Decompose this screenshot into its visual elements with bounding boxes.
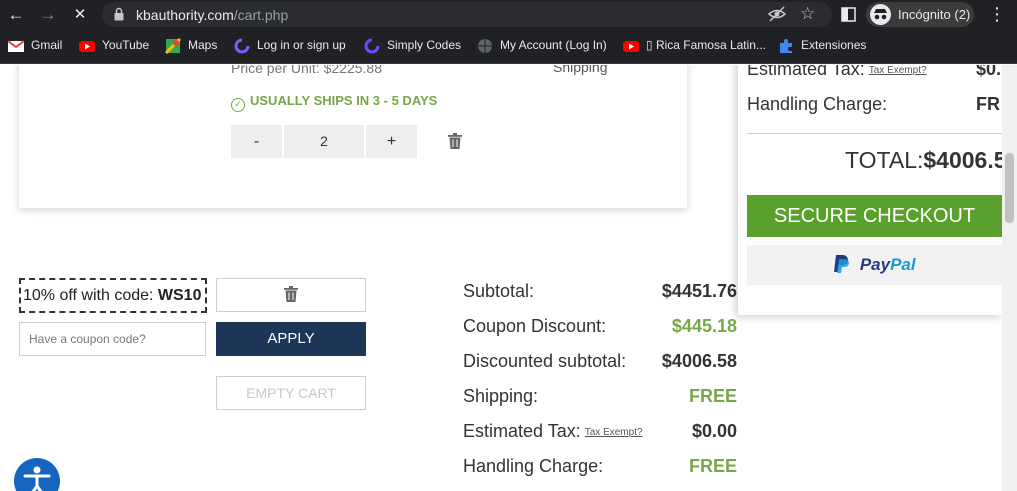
back-arrow-icon[interactable]: ← <box>5 4 27 26</box>
tax-exempt-link[interactable]: Tax Exempt? <box>585 427 643 438</box>
quantity-decrease-button[interactable]: - <box>231 125 282 158</box>
quantity-input[interactable]: 2 <box>284 125 364 158</box>
summary-handling-value: FR <box>976 94 1000 114</box>
bookmarks-bar: Gmail YouTube Maps Log in or sign up Sim… <box>0 29 1017 64</box>
apply-coupon-button[interactable]: APPLY <box>216 322 366 356</box>
login-icon <box>234 38 250 54</box>
incognito-label: Incógnito (2) <box>898 7 971 22</box>
browser-menu-icon[interactable]: ⋮ <box>988 4 1006 24</box>
summary-tax-exempt-link[interactable]: Tax Exempt? <box>869 65 927 76</box>
youtube-icon <box>79 41 95 52</box>
order-summary-panel: Estimated Tax: Tax Exempt? $0. Handling C… <box>738 65 1002 315</box>
puzzle-icon <box>780 39 792 53</box>
remove-item-trash-icon[interactable] <box>448 133 462 149</box>
coupon-offer-tag[interactable]: 10% off with code: WS10 <box>19 278 207 313</box>
quantity-increase-button[interactable]: + <box>366 125 417 158</box>
remove-coupon-button[interactable] <box>216 278 366 312</box>
forward-arrow-icon[interactable]: → <box>37 4 59 26</box>
coupon-code-input[interactable]: Have a coupon code? <box>19 322 206 356</box>
youtube-icon <box>623 41 639 52</box>
discounted-subtotal-value: $4006.58 <box>661 351 737 371</box>
browser-toolbar: ← → ✕ kbauthority.com/cart.php ☆ Incógni… <box>0 0 1017 29</box>
page-scrollbar[interactable] <box>1002 65 1017 491</box>
summary-handling-label: Handling Charge: <box>747 94 888 114</box>
estimated-tax-label: Estimated Tax: Tax Exempt? <box>463 421 643 441</box>
bookmark-star-icon[interactable]: ☆ <box>800 5 815 22</box>
summary-tax-value: $0. <box>976 65 1002 79</box>
shipping-cost-value: FREE <box>688 386 737 406</box>
url-text[interactable]: kbauthority.com/cart.php <box>136 7 288 23</box>
globe-icon <box>478 39 492 53</box>
scrollbar-thumb[interactable] <box>1005 153 1014 223</box>
maps-icon <box>165 38 181 54</box>
check-circle-icon: ✓ <box>231 98 245 112</box>
stop-loading-icon[interactable]: ✕ <box>69 4 91 26</box>
shipping-cost-label: Shipping: <box>463 386 539 406</box>
lock-icon <box>114 7 124 21</box>
cart-page: Price per Unit: $2225.88 ✓ USUALLY SHIPS … <box>0 65 1017 491</box>
coupon-discount-value: $445.18 <box>671 316 737 336</box>
accessibility-icon <box>23 466 51 491</box>
side-panel-icon[interactable] <box>841 7 856 22</box>
shipping-label: Shipping <box>553 65 608 75</box>
handling-charge-value: FREE <box>688 456 737 476</box>
paypal-button[interactable]: PayPal <box>747 245 1002 285</box>
eye-off-icon[interactable] <box>768 6 786 22</box>
coupon-discount-label: Coupon Discount: <box>463 316 607 336</box>
order-total: TOTAL:$4006.5 <box>845 147 1002 173</box>
subtotal-label: Subtotal: <box>463 281 535 301</box>
handling-charge-label: Handling Charge: <box>463 456 604 476</box>
shipping-time-badge: ✓ USUALLY SHIPS IN 3 - 5 DAYS <box>231 93 437 112</box>
address-bar[interactable]: kbauthority.com/cart.php ☆ <box>102 2 832 27</box>
incognito-profile-button[interactable]: Incógnito (2) <box>866 2 974 27</box>
trash-icon <box>284 286 298 302</box>
discounted-subtotal-label: Discounted subtotal: <box>463 351 627 371</box>
paypal-logo-icon <box>834 255 850 273</box>
incognito-icon <box>870 4 891 25</box>
price-per-unit: Price per Unit: $2225.88 <box>231 65 382 76</box>
subtotal-value: $4451.76 <box>661 281 737 301</box>
empty-cart-button[interactable]: EMPTY CART <box>216 376 366 410</box>
accessibility-button[interactable] <box>14 458 60 491</box>
cart-item-card: Price per Unit: $2225.88 ✓ USUALLY SHIPS … <box>19 65 687 208</box>
summary-tax-label: Estimated Tax: Tax Exempt? <box>747 65 927 79</box>
estimated-tax-value: $0.00 <box>691 421 737 441</box>
summary-divider <box>747 133 1002 134</box>
secure-checkout-button[interactable]: SECURE CHECKOUT <box>747 195 1002 237</box>
gmail-icon <box>8 40 24 52</box>
simplycodes-icon <box>364 38 380 54</box>
